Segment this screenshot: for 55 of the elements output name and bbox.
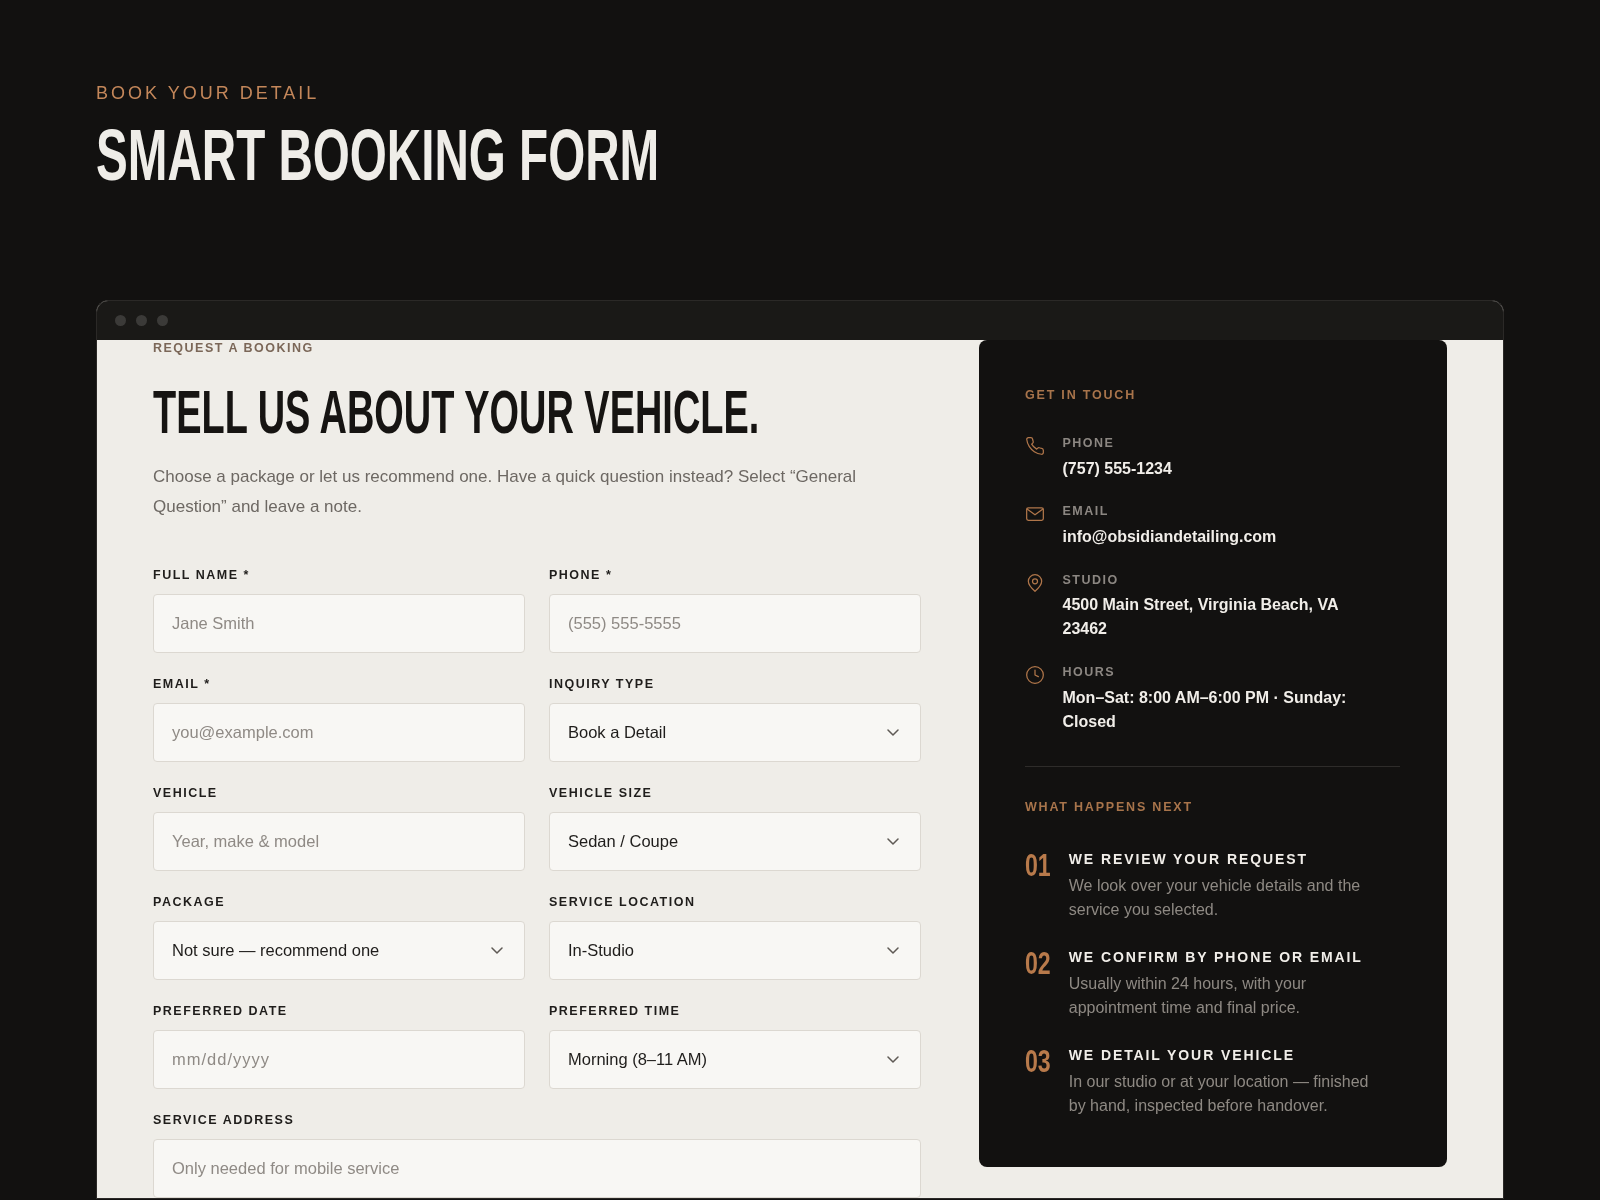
field-label: VEHICLE — [153, 785, 218, 801]
contact-value: (757) 555-1234 — [1062, 458, 1172, 479]
phone-icon — [1025, 436, 1045, 456]
field-label: SERVICE LOCATION — [549, 894, 696, 910]
step-title: WE CONFIRM BY PHONE OR EMAIL — [1068, 948, 1363, 967]
page-title: SMART BOOKING FORM — [96, 118, 660, 191]
chevron-down-icon — [887, 946, 899, 954]
date-field[interactable]: mm/dd/yyyy — [153, 1029, 525, 1089]
contact-label: PHONE — [1062, 435, 1115, 451]
contact-label: STUDIO — [1062, 571, 1119, 588]
contact-value: info@obsidiandetailing.com — [1062, 526, 1277, 547]
input-field[interactable]: (555) 555-5555 — [549, 593, 921, 653]
field-label: PREFERRED TIME — [549, 1003, 681, 1019]
field-label: PHONE * — [549, 567, 613, 583]
field-label: INQUIRY TYPE — [549, 676, 655, 692]
select-field[interactable]: Book a Detail — [549, 702, 921, 762]
section-eyebrow: BOOK YOUR DETAIL — [96, 82, 320, 104]
select-field[interactable]: Morning (8–11 AM) — [549, 1029, 921, 1089]
field-label: PREFERRED DATE — [153, 1003, 288, 1019]
step-number: 01 — [1025, 850, 1051, 882]
contact-value: Mon–Sat: 8:00 AM–6:00 PM · Sunday: Closed — [1062, 687, 1348, 732]
field-label: EMAIL * — [153, 676, 211, 692]
field-label: SERVICE ADDRESS — [153, 1112, 295, 1128]
chevron-down-icon — [491, 946, 503, 954]
contact-value: 4500 Main Street, Virginia Beach, VA 23462 — [1062, 595, 1339, 640]
step-title: WE DETAIL YOUR VEHICLE — [1068, 1046, 1295, 1065]
step-description: Usually within 24 hours, with your appointment time and final price. — [1068, 973, 1308, 1019]
panel-heading: WHAT HAPPENS NEXT — [1025, 799, 1193, 816]
form-title: TELL US ABOUT YOUR VEHICLE. — [153, 382, 760, 443]
select-field[interactable]: In-Studio — [549, 920, 921, 980]
chevron-down-icon — [887, 837, 899, 845]
field-label: PACKAGE — [153, 894, 226, 910]
form-intro: Choose a package or let us recommend one. Have a quick question instead? Select “General Question” and leave a note. — [153, 465, 858, 518]
input-field[interactable]: Only needed for mobile service — [153, 1138, 921, 1198]
map-pin-icon — [1025, 572, 1045, 593]
step-number: 02 — [1025, 948, 1051, 981]
field-label: FULL NAME * — [153, 567, 250, 583]
select-field[interactable]: Not sure — recommend one — [153, 920, 525, 980]
input-field[interactable]: Jane Smith — [153, 593, 525, 653]
form-eyebrow: REQUEST A BOOKING — [153, 341, 314, 355]
contact-label: HOURS — [1062, 664, 1116, 681]
contact-label: EMAIL — [1062, 503, 1109, 520]
chevron-down-icon — [887, 728, 899, 736]
step-number: 03 — [1025, 1046, 1051, 1079]
step-description: We look over your vehicle details and the service you selected. — [1068, 875, 1362, 921]
select-field[interactable]: Sedan / Coupe — [549, 811, 921, 871]
step-description: In our studio or at your location — finished by hand, inspected before handover. — [1068, 1071, 1370, 1117]
clock-icon — [1025, 665, 1045, 686]
step-title: WE REVIEW YOUR REQUEST — [1068, 850, 1308, 869]
field-label: VEHICLE SIZE — [549, 785, 653, 801]
chevron-down-icon — [887, 1055, 899, 1063]
panel-heading: GET IN TOUCH — [1025, 387, 1136, 403]
window-dots-icon — [115, 315, 168, 326]
input-field[interactable]: Year, make & model — [153, 811, 525, 871]
input-field[interactable]: you@example.com — [153, 702, 525, 762]
